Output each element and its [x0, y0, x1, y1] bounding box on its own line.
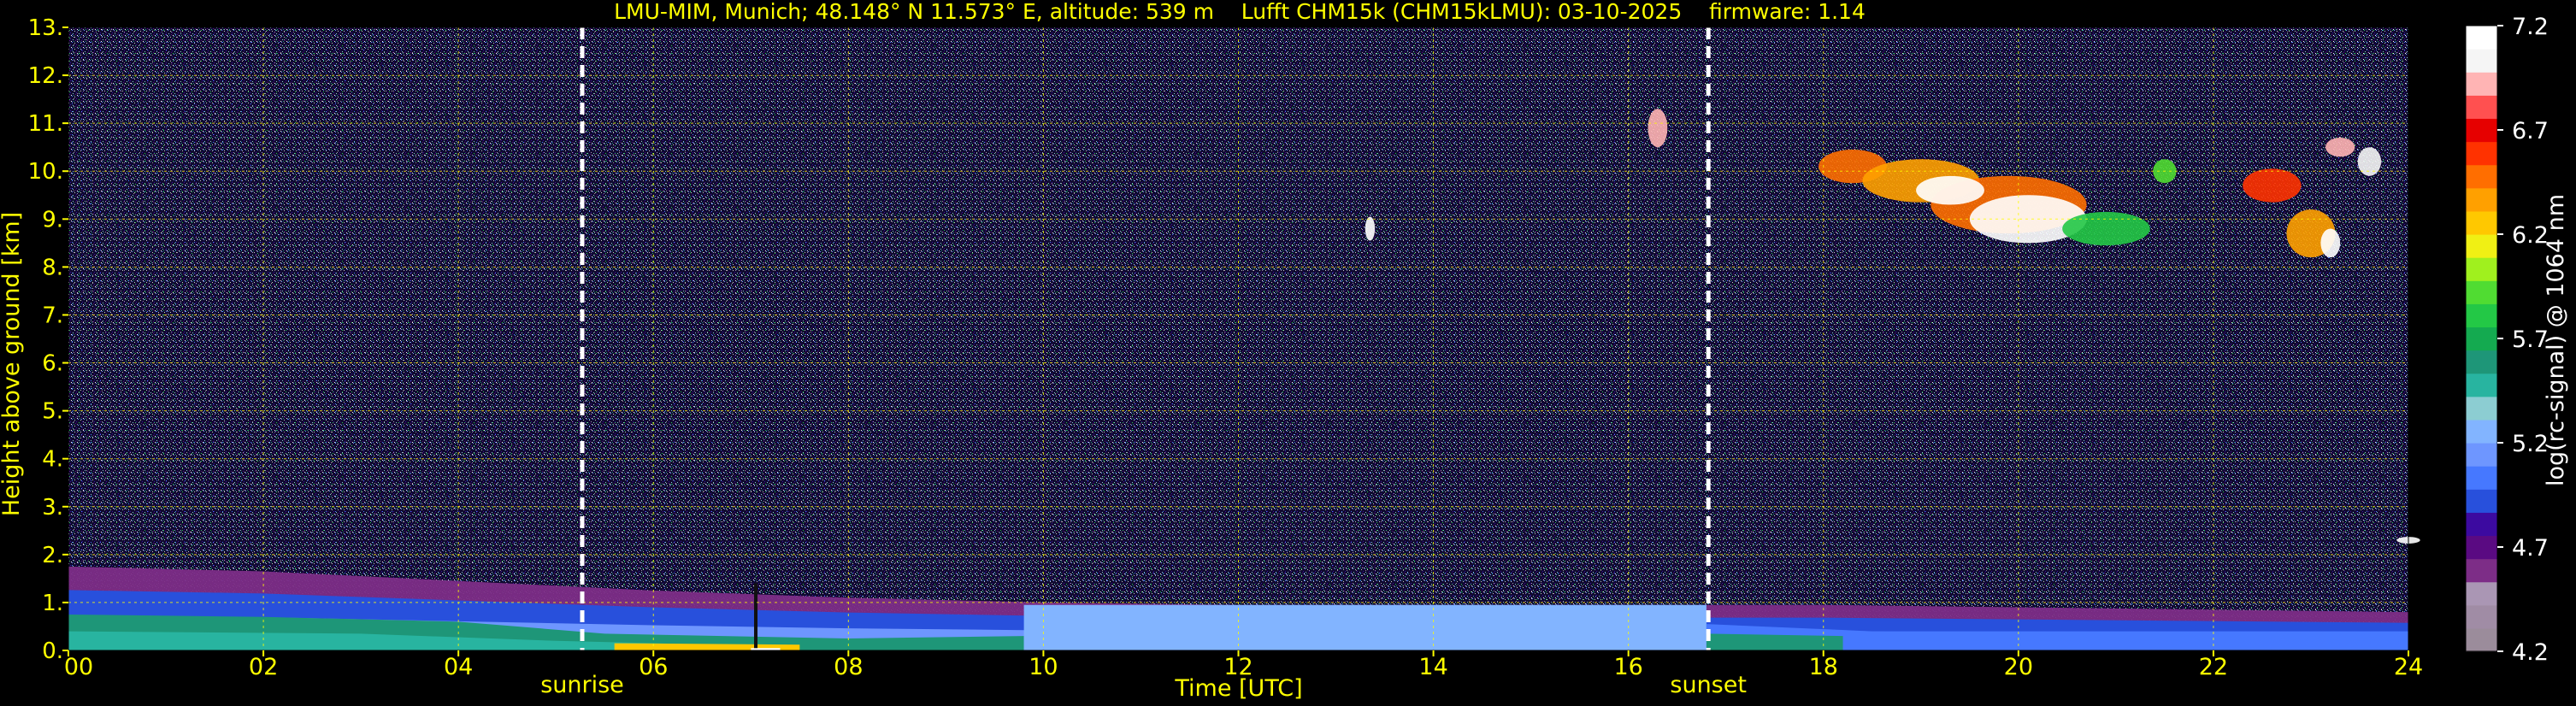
x-tick-label: 02 — [249, 654, 278, 680]
colorbar-swatch — [2466, 350, 2497, 374]
y-tick-label: 5. — [42, 399, 63, 425]
colorbar-swatch — [2466, 535, 2497, 560]
colorbar-swatch — [2466, 49, 2497, 73]
colorbar-swatch — [2466, 118, 2497, 143]
y-tick-label: 13. — [28, 15, 63, 41]
colorbar-swatch — [2466, 396, 2497, 421]
colorbar-swatch — [2466, 512, 2497, 537]
x-tick-label: 08 — [834, 654, 863, 680]
sun-marker-labels: sunrise sunset — [540, 672, 1747, 698]
colorbar-swatch — [2466, 26, 2497, 50]
x-axis-label: Time [UTC] — [1174, 675, 1302, 702]
colorbar-swatch — [2466, 373, 2497, 397]
cloud-patch — [1648, 109, 1668, 148]
y-axis-label: Height above ground [km] — [0, 212, 25, 516]
daytime-mixed-layer — [1023, 604, 1707, 650]
colorbar-swatch — [2466, 419, 2497, 444]
y-tick-label: 4. — [42, 447, 63, 473]
colorbar-tick-label: 4.2 — [2512, 639, 2549, 666]
colorbar-swatch — [2466, 141, 2497, 166]
colorbar-swatch — [2466, 558, 2497, 583]
marker-label-sunset: sunset — [1670, 672, 1747, 698]
y-tick-label: 1. — [42, 591, 63, 616]
plot-area — [68, 26, 2420, 651]
colorbar-swatch — [2466, 303, 2497, 328]
y-tick-label: 3. — [42, 495, 63, 521]
y-axis-ticks: 0. 1. 2. 3. 4. 5. 6. 7. 8. 9. 10. 11. 12. 13. — [28, 15, 68, 664]
colorbar-swatch — [2466, 280, 2497, 304]
colorbar-tick-label: 6.7 — [2512, 118, 2549, 144]
colorbar — [2465, 25, 2498, 652]
colorbar-swatch — [2466, 72, 2497, 96]
colorbar-swatch — [2466, 257, 2497, 281]
y-tick-label: 8. — [42, 255, 63, 280]
x-tick-label: 04 — [444, 654, 473, 680]
colorbar-swatch — [2466, 95, 2497, 120]
y-tick-label: 11. — [28, 111, 63, 137]
y-tick-label: 0. — [42, 638, 63, 664]
chart-title: LMU-MIM, Munich; 48.148° N 11.573° E, al… — [614, 0, 1866, 24]
colorbar-swatch — [2466, 327, 2497, 351]
cloud-patch — [2325, 137, 2355, 157]
y-tick-label: 6. — [42, 351, 63, 377]
colorbar-swatch — [2466, 489, 2497, 513]
x-tick-label: 24 — [2394, 654, 2423, 680]
x-tick-label: 20 — [2004, 654, 2033, 680]
x-tick-label: 14 — [1418, 654, 1447, 680]
colorbar-label: log(rc-signal) @ 1064 nm — [2543, 194, 2569, 486]
y-tick-label: 9. — [42, 207, 63, 232]
y-tick-label: 7. — [42, 303, 63, 328]
colorbar-swatch — [2466, 443, 2497, 467]
x-tick-label: 10 — [1029, 654, 1058, 680]
colorbar-tick-label: 7.2 — [2512, 14, 2549, 40]
y-tick-label: 12. — [28, 63, 63, 89]
ceilometer-chart: 00 02 04 06 08 10 12 14 16 18 20 22 24 0.1.2.3.4.5.6… — [0, 0, 2569, 702]
cloud-patch — [1365, 216, 1376, 241]
cloud-patch — [1916, 175, 1984, 205]
y-tick-label: 2. — [42, 543, 63, 568]
colorbar-tick-label: 4.7 — [2512, 535, 2549, 562]
colorbar-swatch — [2466, 627, 2497, 652]
x-tick-label: 16 — [1613, 654, 1642, 680]
colorbar-swatch — [2466, 187, 2497, 212]
y-tick-label: 10. — [28, 159, 63, 185]
colorbar-swatch — [2466, 604, 2497, 629]
cloud-patch — [2357, 147, 2382, 176]
marker-label-sunrise: sunrise — [540, 672, 624, 698]
x-tick-label: 00 — [64, 654, 93, 680]
surface-layer-right-green — [1706, 633, 1843, 650]
cloud-patch — [2062, 211, 2150, 246]
cloud-patch — [2320, 228, 2341, 258]
colorbar-swatch — [2466, 466, 2497, 490]
colorbar-ticks: 4.24.75.25.76.26.77.2 — [2497, 14, 2549, 666]
cloud-patch — [2243, 168, 2302, 203]
colorbar-swatch — [2466, 581, 2497, 606]
x-tick-label: 06 — [639, 654, 668, 680]
colorbar-swatch — [2466, 234, 2497, 258]
x-tick-label: 18 — [1809, 654, 1838, 680]
x-tick-label: 22 — [2199, 654, 2228, 680]
colorbar-swatch — [2466, 164, 2497, 189]
colorbar-swatch — [2466, 210, 2497, 235]
